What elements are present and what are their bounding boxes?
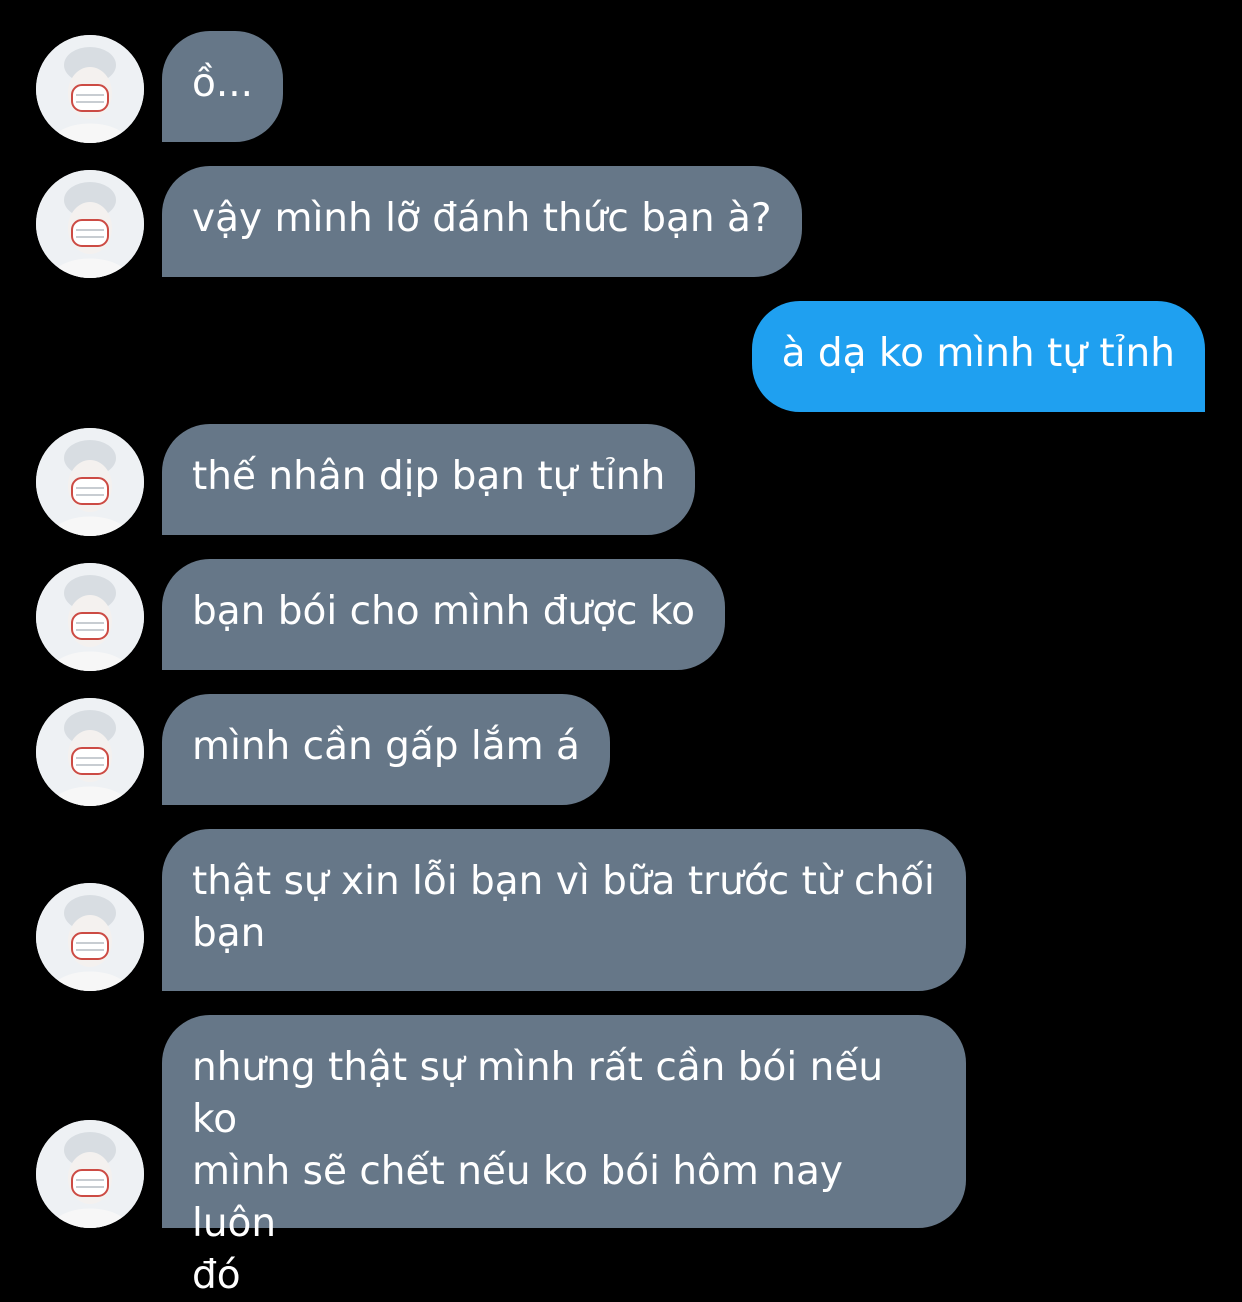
avatar-icon[interactable] — [36, 170, 144, 278]
message-text-line: thật sự xin lỗi bạn vì bữa trước từ chối — [192, 859, 935, 904]
message-row: mình cần gấp lắm á — [0, 694, 1242, 806]
message-text: à dạ ko mình tự tỉnh — [781, 331, 1175, 376]
message-bubble-incoming[interactable]: mình cần gấp lắm á — [162, 694, 610, 805]
message-text-line: mình sẽ chết nếu ko bói hôm nay luôn — [192, 1149, 844, 1246]
avatar-icon[interactable] — [36, 428, 144, 536]
avatar-icon[interactable] — [36, 1120, 144, 1228]
message-bubble-incoming[interactable]: ồ... — [162, 31, 284, 142]
message-bubble-incoming[interactable]: vậy mình lỡ đánh thức bạn à? — [162, 166, 802, 277]
message-text: mình cần gấp lắm á — [192, 724, 580, 769]
message-text-line: đó — [192, 1253, 241, 1298]
message-text-line: nhưng thật sự mình rất cần bói nếu ko — [192, 1045, 884, 1142]
message-text: vậy mình lỡ đánh thức bạn à? — [192, 196, 772, 241]
message-bubble-outgoing[interactable]: à dạ ko mình tự tỉnh — [751, 301, 1205, 412]
message-row: thế nhân dịp bạn tự tỉnh — [0, 424, 1242, 536]
message-bubble-incoming[interactable]: bạn bói cho mình được ko — [162, 559, 725, 670]
message-bubble-incoming[interactable]: thật sự xin lỗi bạn vì bữa trước từ chối… — [162, 829, 966, 991]
message-text-line: bạn — [192, 911, 266, 956]
message-text: ồ... — [192, 61, 254, 106]
message-row: thật sự xin lỗi bạn vì bữa trước từ chối… — [0, 829, 1242, 991]
message-row: nhưng thật sự mình rất cần bói nếu ko mì… — [0, 1015, 1242, 1298]
message-text: thế nhân dịp bạn tự tỉnh — [192, 454, 666, 499]
message-row: ồ... — [0, 31, 1242, 143]
message-row: vậy mình lỡ đánh thức bạn à? — [0, 166, 1242, 278]
avatar-icon[interactable] — [36, 698, 144, 806]
avatar-icon[interactable] — [36, 35, 144, 143]
message-row: bạn bói cho mình được ko — [0, 559, 1242, 671]
avatar-icon[interactable] — [36, 883, 144, 991]
message-row: à dạ ko mình tự tỉnh — [0, 301, 1242, 412]
message-bubble-incoming[interactable]: thế nhân dịp bạn tự tỉnh — [162, 424, 696, 535]
chat-thread: ồ... vậy mình lỡ đánh thức bạn à? à dạ k… — [0, 0, 1242, 1298]
message-text: bạn bói cho mình được ko — [192, 589, 695, 634]
avatar-icon[interactable] — [36, 563, 144, 671]
message-bubble-incoming[interactable]: nhưng thật sự mình rất cần bói nếu ko mì… — [162, 1015, 966, 1298]
